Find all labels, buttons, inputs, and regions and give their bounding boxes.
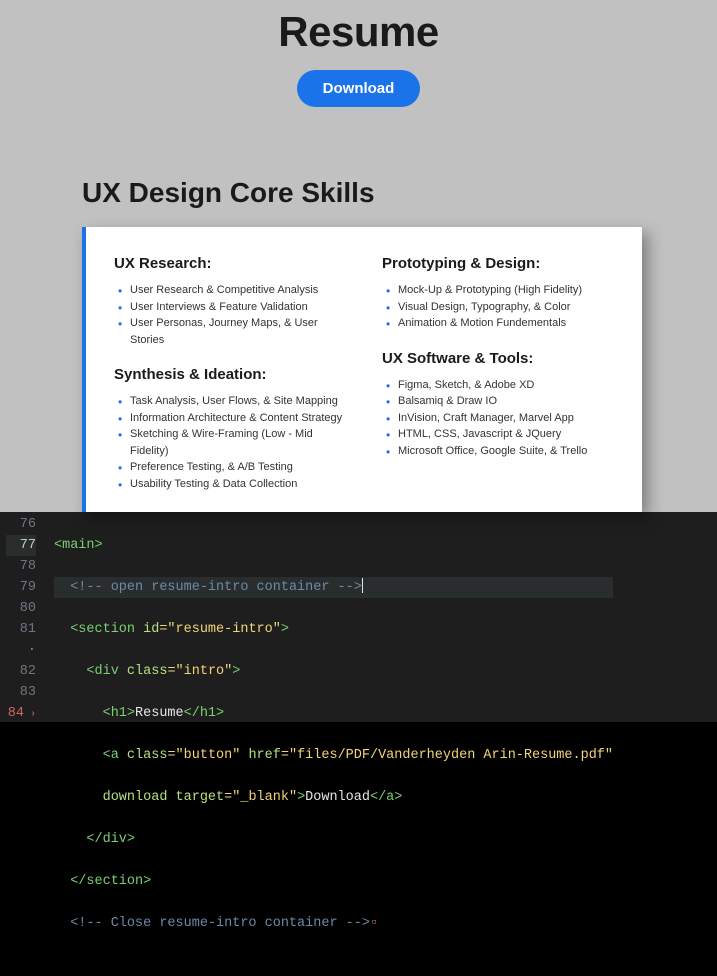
section-header: UX Design Core Skills — [0, 137, 717, 209]
code-text: <a — [54, 748, 127, 763]
list-item: Mock-Up & Prototyping (High Fidelity) — [398, 282, 614, 299]
code-marker-icon: ▫ — [370, 916, 378, 931]
code-editor[interactable]: 76 77 78 79 80 81 · 82 83 84 <main> <!--… — [0, 512, 717, 722]
code-text: ="button" — [167, 748, 248, 763]
line-number: 84 — [6, 703, 36, 725]
list-item: Animation & Motion Fundementals — [398, 315, 614, 332]
list-item: Figma, Sketch, & Adobe XD — [398, 377, 614, 394]
line-number: 76 — [6, 514, 36, 535]
heading-ux-research: UX Research: — [114, 255, 346, 272]
code-text: ="resume-intro" — [159, 622, 281, 637]
code-text: <h1> — [54, 706, 135, 721]
code-text: <!-- Close resume-intro container --> — [54, 916, 370, 931]
resume-intro: Resume Download — [0, 0, 717, 137]
skills-card: UX Research: User Research & Competitive… — [82, 227, 642, 512]
download-button[interactable]: Download — [297, 70, 421, 107]
code-text: ="files/PDF/Vanderheyden Arin-Resume.pdf… — [281, 748, 613, 763]
line-number: 82 — [6, 661, 36, 682]
code-text: </h1> — [184, 706, 225, 721]
text-cursor-icon — [362, 578, 363, 593]
list-item: Information Architecture & Content Strat… — [130, 410, 346, 427]
list-software: Figma, Sketch, & Adobe XD Balsamiq & Dra… — [382, 377, 614, 460]
code-text: <main> — [54, 538, 103, 553]
line-number: 80 — [6, 598, 36, 619]
code-text: class — [127, 664, 168, 679]
list-prototyping: Mock-Up & Prototyping (High Fidelity) Vi… — [382, 282, 614, 332]
list-item: Balsamiq & Draw IO — [398, 393, 614, 410]
code-text: </div> — [54, 832, 135, 847]
heading-software: UX Software & Tools: — [382, 350, 614, 367]
code-text: > — [297, 790, 305, 805]
code-text: </section> — [54, 874, 151, 889]
list-item: User Research & Competitive Analysis — [130, 282, 346, 299]
list-item: User Interviews & Feature Validation — [130, 299, 346, 316]
page-title: Resume — [0, 8, 717, 56]
line-number: 79 — [6, 577, 36, 598]
code-text: ="_blank" — [224, 790, 297, 805]
code-text: > — [232, 664, 240, 679]
list-item: InVision, Craft Manager, Marvel App — [398, 410, 614, 427]
list-item: Usability Testing & Data Collection — [130, 476, 346, 493]
skills-col-left: UX Research: User Research & Competitive… — [114, 255, 346, 492]
code-text: </a> — [370, 790, 402, 805]
code-text: > — [281, 622, 289, 637]
line-number: 78 — [6, 556, 36, 577]
heading-prototyping: Prototyping & Design: — [382, 255, 614, 272]
line-number: 81 — [6, 619, 36, 640]
list-synthesis: Task Analysis, User Flows, & Site Mappin… — [114, 393, 346, 492]
code-text: <section — [54, 622, 143, 637]
list-item: Preference Testing, & A/B Testing — [130, 459, 346, 476]
code-text: ="intro" — [167, 664, 232, 679]
skills-col-right: Prototyping & Design: Mock-Up & Prototyp… — [382, 255, 614, 492]
heading-synthesis: Synthesis & Ideation: — [114, 366, 346, 383]
code-text: <div — [54, 664, 127, 679]
code-text — [54, 790, 103, 805]
resume-page: Resume Download UX Design Core Skills UX… — [0, 0, 717, 512]
skills-card-wrap: UX Research: User Research & Competitive… — [0, 209, 717, 512]
code-text: id — [143, 622, 159, 637]
line-number: · — [6, 640, 36, 661]
editor-code[interactable]: <main> <!-- open resume-intro container … — [48, 512, 613, 722]
list-item: Task Analysis, User Flows, & Site Mappin… — [130, 393, 346, 410]
code-text: Download — [305, 790, 370, 805]
list-item: HTML, CSS, Javascript & JQuery — [398, 426, 614, 443]
code-text: class — [127, 748, 168, 763]
list-item: Visual Design, Typography, & Color — [398, 299, 614, 316]
code-text: <!-- open resume-intro container --> — [54, 580, 362, 595]
list-item: User Personas, Journey Maps, & User Stor… — [130, 315, 346, 348]
line-number: 77 — [6, 535, 36, 556]
editor-gutter: 76 77 78 79 80 81 · 82 83 84 — [0, 512, 48, 722]
list-item: Sketching & Wire-Framing (Low - Mid Fide… — [130, 426, 346, 459]
section-title: UX Design Core Skills — [82, 177, 717, 209]
list-ux-research: User Research & Competitive Analysis Use… — [114, 282, 346, 348]
line-number: 83 — [6, 682, 36, 703]
code-text: download target — [103, 790, 225, 805]
list-item: Microsoft Office, Google Suite, & Trello — [398, 443, 614, 460]
code-text: Resume — [135, 706, 184, 721]
code-text: href — [248, 748, 280, 763]
